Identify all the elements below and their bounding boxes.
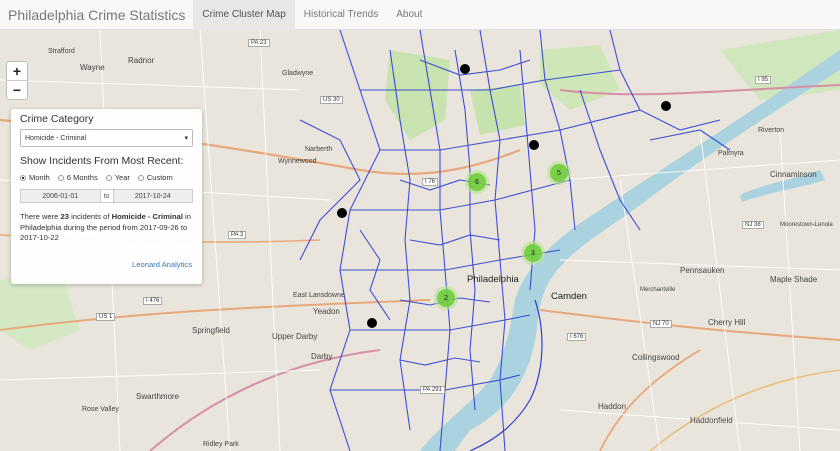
- map-label: Haddonfield: [690, 416, 733, 425]
- radio-label: Month: [29, 173, 50, 182]
- map-label: Rose Valley: [82, 406, 119, 413]
- road-shield: US 1: [96, 313, 116, 321]
- map-label: Wayne: [80, 63, 105, 72]
- road-shield: US 30: [320, 96, 343, 104]
- road-shield: NJ 70: [650, 320, 672, 328]
- summary-category: Homicide - Criminal: [111, 212, 183, 221]
- map-label: Radnor: [128, 56, 155, 65]
- tab-crime-cluster-map[interactable]: Crime Cluster Map: [193, 0, 295, 30]
- incident-marker[interactable]: [460, 64, 470, 74]
- date-range: 2006-01-01 to 2017-10-24: [20, 189, 193, 203]
- map-label-philadelphia: Philadelphia: [467, 274, 519, 285]
- crime-category-label: Crime Category: [20, 113, 94, 125]
- incident-count: 23: [60, 212, 69, 221]
- map-label: Haddon: [598, 402, 627, 411]
- map-label: Springfield: [192, 326, 230, 335]
- radio-month[interactable]: Month: [20, 173, 50, 182]
- map-label: Collingswood: [632, 353, 680, 362]
- incident-summary: There were 23 incidents of Homicide - Cr…: [20, 212, 193, 244]
- radio-unchecked-icon: [105, 174, 112, 181]
- incident-marker[interactable]: [367, 318, 377, 328]
- radio-unchecked-icon: [57, 174, 64, 181]
- chevron-down-icon: ▾: [184, 135, 188, 142]
- map-label: Riverton: [758, 127, 785, 134]
- radio-label: Custom: [146, 173, 173, 182]
- map-label: Cherry Hill: [708, 318, 746, 327]
- nav-tabs: Crime Cluster Map Historical Trends Abou…: [193, 0, 431, 30]
- summary-text: incidents of: [68, 212, 112, 221]
- map-label: Darby: [311, 352, 333, 361]
- map-label: Wynnewood: [278, 158, 317, 165]
- cluster-marker[interactable]: 2: [437, 289, 455, 307]
- radio-label: 6 Months: [66, 173, 98, 182]
- road-shield: I 476: [143, 297, 163, 305]
- radio-custom[interactable]: Custom: [137, 173, 173, 182]
- summary-text: There were: [20, 212, 61, 221]
- range-radio-group: Month 6 Months Year Custom: [20, 173, 193, 182]
- tab-historical-trends[interactable]: Historical Trends: [295, 0, 387, 30]
- radio-label: Year: [114, 173, 130, 182]
- date-separator: to: [100, 189, 113, 203]
- radio-6-months[interactable]: 6 Months: [57, 173, 98, 182]
- road-shield: I 95: [755, 76, 772, 84]
- tab-about[interactable]: About: [387, 0, 431, 30]
- navbar: Philadelphia Crime Statistics Crime Clus…: [0, 0, 840, 30]
- map-label: Maple Shade: [770, 275, 818, 284]
- radio-checked-icon: [20, 174, 26, 181]
- incident-marker[interactable]: [337, 208, 347, 218]
- incident-marker[interactable]: [529, 140, 539, 150]
- map-label: Palmyra: [718, 150, 744, 157]
- map-label: Strafford: [48, 48, 75, 55]
- map-label: Moorestown-Lenola: [780, 222, 833, 228]
- app-title[interactable]: Philadelphia Crime Statistics: [0, 7, 193, 23]
- road-shield: PA 3: [228, 231, 247, 239]
- road-shield: PA 23: [248, 39, 270, 47]
- map-label: Narberth: [305, 146, 333, 153]
- map-label: Pennsauken: [680, 266, 725, 275]
- credit-link[interactable]: Leonard Analytics: [132, 260, 192, 269]
- road-shield: I 76: [422, 178, 439, 186]
- map-label: Yeadon: [313, 307, 340, 316]
- cluster-marker[interactable]: 3: [524, 244, 542, 262]
- date-to-input[interactable]: 2017-10-24: [112, 189, 193, 203]
- zoom-control: + −: [6, 61, 28, 100]
- map-label: Gladwyne: [282, 70, 314, 77]
- map-label: East Lansdowne: [293, 292, 345, 299]
- map-label-camden: Camden: [551, 291, 587, 302]
- map-label: Cinnaminson: [770, 170, 817, 179]
- filter-panel: Crime Category Homicide - Criminal ▾ Sho…: [11, 109, 202, 284]
- zoom-in-button[interactable]: +: [7, 62, 27, 81]
- cluster-marker[interactable]: 6: [468, 173, 486, 191]
- cluster-marker[interactable]: 5: [550, 164, 568, 182]
- map-label: Ridley Park: [203, 441, 239, 448]
- road-shield: PA 291: [420, 386, 445, 394]
- radio-unchecked-icon: [137, 174, 144, 181]
- map-label: Swarthmore: [136, 392, 180, 401]
- road-shield: NJ 38: [742, 221, 764, 229]
- map-label: Merchantville: [640, 287, 676, 293]
- road-shield: I 676: [567, 333, 587, 341]
- zoom-out-button[interactable]: −: [7, 81, 27, 99]
- crime-category-value: Homicide - Criminal: [25, 134, 87, 142]
- date-from-input[interactable]: 2006-01-01: [20, 189, 101, 203]
- map-label: Upper Darby: [272, 332, 318, 341]
- range-label: Show Incidents From Most Recent:: [20, 155, 184, 167]
- radio-year[interactable]: Year: [105, 173, 130, 182]
- incident-marker[interactable]: [661, 101, 671, 111]
- crime-category-select[interactable]: Homicide - Criminal ▾: [20, 129, 193, 147]
